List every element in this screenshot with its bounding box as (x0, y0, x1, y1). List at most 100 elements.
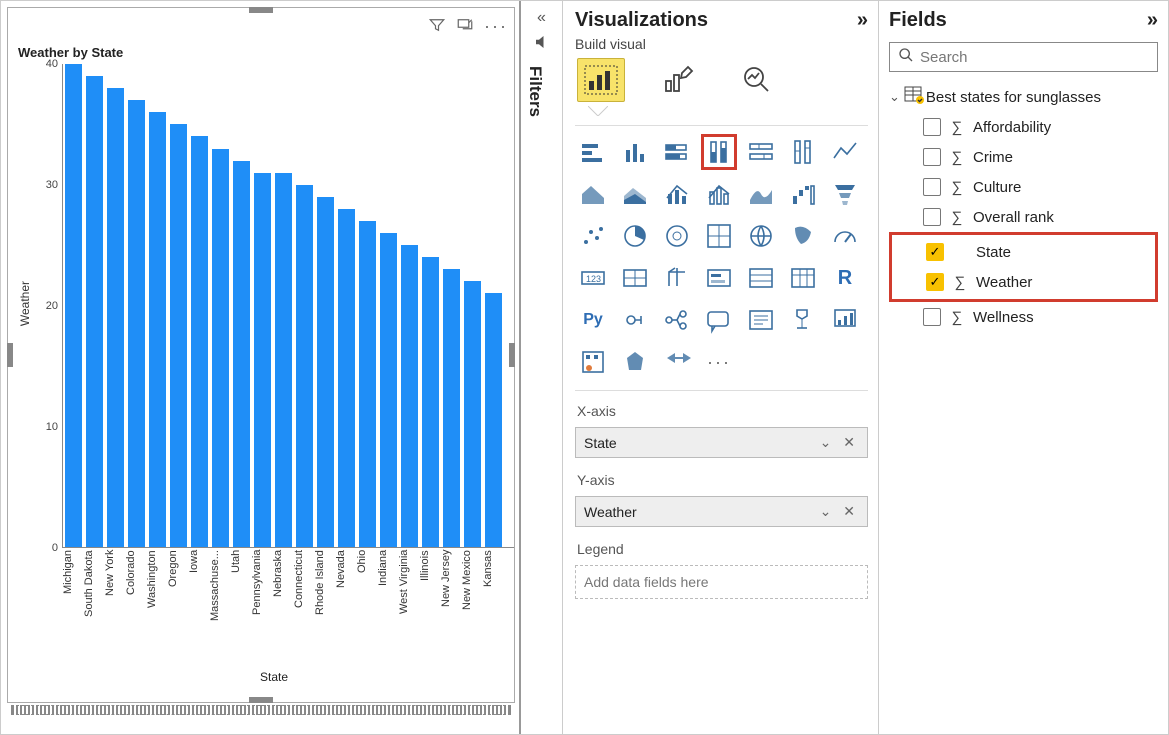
bar[interactable] (233, 161, 250, 547)
bar[interactable] (317, 197, 334, 547)
bar[interactable] (275, 173, 292, 547)
viz-type-line[interactable] (827, 134, 863, 170)
field-checkbox[interactable] (923, 308, 941, 326)
canvas-scrollbar[interactable] (11, 705, 511, 715)
viz-type-goals[interactable] (785, 302, 821, 338)
column-chart[interactable]: Weather 010203040 MichiganSouth DakotaNe… (16, 64, 514, 684)
speaker-icon[interactable] (525, 33, 558, 56)
viz-type-py[interactable]: Py (575, 302, 611, 338)
field-checkbox[interactable] (923, 118, 941, 136)
bar[interactable] (464, 281, 481, 547)
y-axis-well[interactable]: Weather ⌄ ✕ (575, 496, 868, 527)
table-node[interactable]: ⌄ Best states for sunglasses (889, 82, 1158, 112)
viz-type-scatter[interactable] (575, 218, 611, 254)
chevron-down-icon[interactable]: ⌄ (820, 434, 836, 450)
viz-type-h100[interactable] (743, 134, 779, 170)
chevron-down-icon[interactable]: ⌄ (889, 89, 900, 105)
bar[interactable] (170, 124, 187, 547)
collapse-fields-icon[interactable]: » (1147, 9, 1158, 32)
bar[interactable] (422, 257, 439, 547)
focus-mode-icon[interactable] (456, 16, 474, 39)
collapse-viz-icon[interactable]: » (857, 9, 868, 32)
field-weather[interactable]: ✓∑Weather (892, 267, 1155, 297)
visual-frame[interactable]: ··· Weather by State Weather 010203040 M… (7, 7, 515, 703)
bar[interactable] (212, 149, 229, 547)
report-canvas[interactable]: ··· Weather by State Weather 010203040 M… (1, 1, 521, 734)
bar[interactable] (149, 112, 166, 547)
viz-type-filled[interactable] (785, 218, 821, 254)
viz-type-funnel[interactable] (827, 176, 863, 212)
bar[interactable] (296, 185, 313, 547)
bar[interactable] (359, 221, 376, 547)
build-visual-tab[interactable] (577, 58, 625, 102)
field-checkbox[interactable] (923, 148, 941, 166)
viz-type-ribbon[interactable] (743, 176, 779, 212)
bar[interactable] (443, 269, 460, 547)
viz-type-kpi[interactable] (617, 260, 653, 296)
viz-type-tree[interactable] (701, 218, 737, 254)
viz-type-donut[interactable] (659, 218, 695, 254)
fields-search[interactable]: Search (889, 42, 1158, 72)
viz-type-linecol[interactable] (659, 176, 695, 212)
viz-type-pauto[interactable] (659, 344, 695, 380)
plot-area[interactable] (62, 64, 514, 548)
viz-type-gauge[interactable] (827, 218, 863, 254)
bar[interactable] (338, 209, 355, 547)
filters-pane-collapsed[interactable]: « Filters (521, 1, 563, 734)
viz-type-area[interactable] (575, 176, 611, 212)
resize-handle-top[interactable] (249, 7, 273, 13)
remove-x-icon[interactable]: ✕ (843, 434, 859, 450)
field-affordability[interactable]: ∑Affordability (889, 112, 1158, 142)
viz-type-map[interactable] (743, 218, 779, 254)
field-overall-rank[interactable]: ∑Overall rank (889, 202, 1158, 232)
bar[interactable] (401, 245, 418, 547)
field-crime[interactable]: ∑Crime (889, 142, 1158, 172)
bar[interactable] (254, 173, 271, 547)
viz-type-r[interactable]: R (827, 260, 863, 296)
bar[interactable] (65, 64, 82, 547)
viz-type-qa[interactable] (701, 302, 737, 338)
viz-type-area2[interactable] (617, 176, 653, 212)
viz-type-pagapp[interactable] (575, 344, 611, 380)
field-checkbox[interactable] (923, 208, 941, 226)
viz-type-hbar[interactable] (575, 134, 611, 170)
more-options-icon[interactable]: ··· (484, 16, 508, 39)
field-state[interactable]: ✓State (892, 237, 1155, 267)
viz-type-vbar[interactable] (617, 134, 653, 170)
bar[interactable] (191, 136, 208, 547)
bar[interactable] (485, 293, 502, 547)
legend-well[interactable]: Add data fields here (575, 565, 868, 599)
viz-type-table[interactable] (743, 260, 779, 296)
format-visual-tab[interactable] (655, 58, 703, 102)
analytics-tab[interactable] (733, 58, 781, 102)
viz-type-pagrep[interactable] (827, 302, 863, 338)
field-culture[interactable]: ∑Culture (889, 172, 1158, 202)
field-checkbox[interactable] (923, 178, 941, 196)
viz-type-more[interactable]: ··· (701, 344, 737, 380)
filter-icon[interactable] (428, 16, 446, 39)
remove-y-icon[interactable]: ✕ (843, 503, 859, 519)
viz-type-matrix[interactable] (785, 260, 821, 296)
viz-type-waterfall[interactable] (785, 176, 821, 212)
viz-type-narr[interactable] (743, 302, 779, 338)
field-checkbox[interactable]: ✓ (926, 243, 944, 261)
resize-handle-bottom[interactable] (249, 697, 273, 703)
viz-type-arcgis[interactable] (617, 344, 653, 380)
viz-type-card[interactable]: 123 (575, 260, 611, 296)
viz-type-decomp[interactable] (659, 302, 695, 338)
viz-type-vstack[interactable] (701, 134, 737, 170)
resize-handle-left[interactable] (7, 343, 13, 367)
bar[interactable] (107, 88, 124, 547)
bar[interactable] (86, 76, 103, 547)
field-wellness[interactable]: ∑Wellness (889, 302, 1158, 332)
viz-type-keyinf[interactable] (617, 302, 653, 338)
viz-type-multi[interactable] (659, 260, 695, 296)
bar[interactable] (128, 100, 145, 547)
chevron-down-icon[interactable]: ⌄ (820, 503, 836, 519)
viz-type-pie[interactable] (617, 218, 653, 254)
viz-type-hstack[interactable] (659, 134, 695, 170)
field-checkbox[interactable]: ✓ (926, 273, 944, 291)
bar[interactable] (380, 233, 397, 547)
x-axis-well[interactable]: State ⌄ ✕ (575, 427, 868, 458)
viz-type-v100[interactable] (785, 134, 821, 170)
